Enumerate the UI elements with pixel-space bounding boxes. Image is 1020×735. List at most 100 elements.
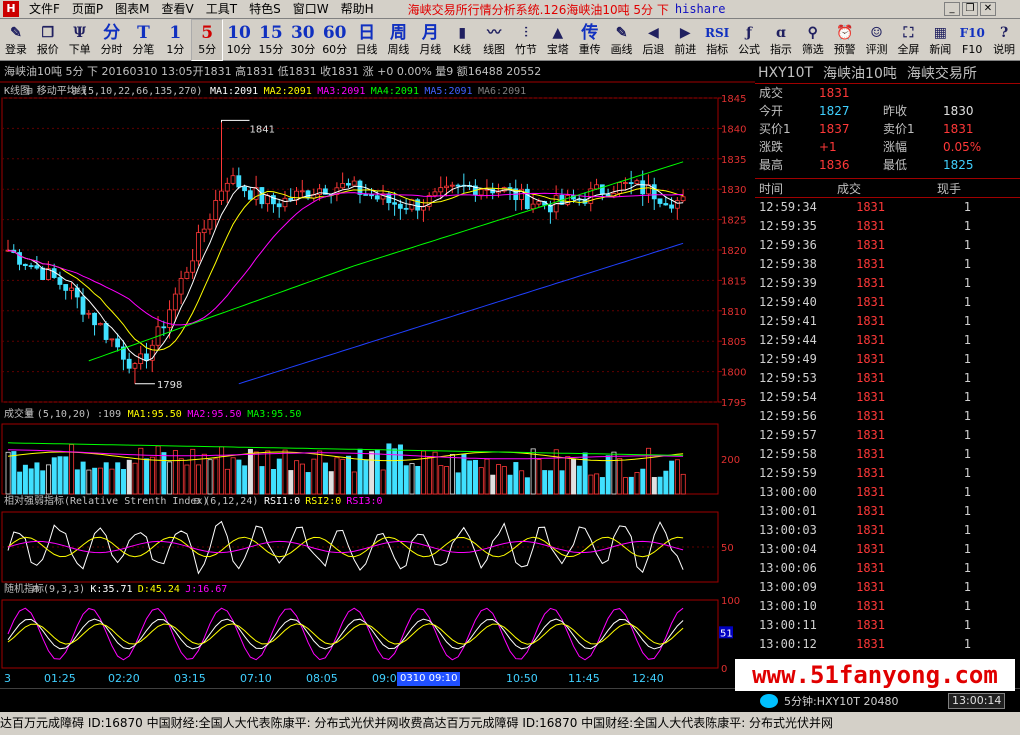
volume-bar [11, 451, 17, 495]
tick-list[interactable]: 12:59:34 1831 1 12:59:35 1831 1 12:59:36 1831 1 1… [755, 198, 1020, 654]
volume-bar [45, 464, 51, 495]
low-label: 1798 [157, 380, 182, 391]
candle-body [161, 326, 167, 329]
toolbar-button-1[interactable]: ❐ 报价 [32, 19, 64, 61]
tick-price: 1831 [856, 618, 885, 632]
toolbar-label-18: 重传 [578, 43, 601, 56]
tick-time: 12:59:53 [759, 371, 817, 385]
toolbar-button-9[interactable]: 30 30分 [287, 19, 319, 61]
tick-row: 13:00:11 1831 1 [755, 616, 1020, 635]
toolbar-button-26[interactable]: ⏰ 预警 [829, 19, 861, 61]
tick-volume: 1 [963, 504, 971, 518]
toolbar-button-31[interactable]: ? 说明 [988, 19, 1020, 61]
tick-volume: 1 [963, 219, 971, 233]
toolbar-button-25[interactable]: ⚲ 筛选 [797, 19, 829, 61]
toolbar-button-16[interactable]: ⫶ 竹节 [510, 19, 542, 61]
toolbar-button-12[interactable]: 周周线 [383, 19, 415, 61]
toolbar-button-0[interactable]: ✎ 登录 [0, 19, 32, 61]
menu-item-2[interactable]: 图表M [109, 0, 155, 19]
toolbar-button-23[interactable]: ƒ 公式 [733, 19, 765, 61]
candle-body [651, 184, 657, 200]
toolbar-button-29[interactable]: ▦ 新闻 [924, 19, 956, 61]
price-tick-label: 1825 [721, 216, 746, 227]
toolbar-button-8[interactable]: 15 15分 [255, 19, 287, 61]
menu-item-0[interactable]: 文件F [23, 0, 66, 19]
toolbar-button-30[interactable]: F10 F10 [956, 19, 988, 61]
price-tick-label: 1820 [721, 246, 746, 257]
toolbar-button-13[interactable]: 月月线 [414, 19, 446, 61]
restore-icon[interactable]: ❐ [962, 2, 978, 16]
toolbar-button-28[interactable]: ⛶ 全屏 [893, 19, 925, 61]
tick-row: 13:00:06 1831 1 [755, 559, 1020, 578]
toolbar-button-17[interactable]: ▲ 宝塔 [542, 19, 574, 61]
candle-body [346, 183, 351, 186]
toolbar-button-11[interactable]: 日日线 [351, 19, 383, 61]
toolbar-glyph-3: 分 [103, 23, 121, 43]
toolbar-label-23: 公式 [738, 43, 761, 56]
candle-body [357, 180, 363, 195]
candle-body [213, 200, 219, 221]
menu-item-6[interactable]: 窗口W [287, 0, 335, 19]
tick-volume: 1 [963, 523, 971, 537]
toolbar-button-22[interactable]: RSI 指标 [701, 19, 733, 61]
menu-item-3[interactable]: 查看V [156, 0, 200, 19]
toolbar-button-24[interactable]: ɑ 指示 [765, 19, 797, 61]
candle-body [242, 186, 247, 192]
quote-key: 今开 [759, 104, 784, 118]
toolbar-button-10[interactable]: 60 60分 [319, 19, 351, 61]
minimize-icon[interactable]: _ [944, 2, 960, 16]
toolbar-button-21[interactable]: ▶ 前进 [669, 19, 701, 61]
toolbar-button-7[interactable]: 10 10分 [223, 19, 255, 61]
toolbar-glyph-9: 30 [290, 23, 315, 43]
menu-item-1[interactable]: 页面P [66, 0, 109, 19]
candle-body [40, 267, 46, 280]
volume-bar [663, 470, 669, 495]
quote-row: 买价1 1837 卖价1 1831 [755, 120, 1020, 138]
menu-item-7[interactable]: 帮助H [335, 0, 380, 19]
close-icon[interactable]: ✕ [980, 2, 996, 16]
toolbar-button-4[interactable]: T 分笔 [128, 19, 160, 61]
toolbar-button-6[interactable]: 5 5分 [191, 19, 224, 61]
candle-body [634, 180, 640, 185]
toolbar-button-20[interactable]: ◀ 后退 [638, 19, 670, 61]
toolbar-button-14[interactable]: ▮ K线 [446, 19, 478, 61]
volume-bar [28, 468, 34, 495]
toolbar-button-5[interactable]: 1 1分 [159, 19, 191, 61]
toolbar-button-19[interactable]: ✎ 画线 [606, 19, 638, 61]
menu-item-4[interactable]: 工具T [200, 0, 243, 19]
volume-bar [409, 463, 415, 495]
volume-bar [80, 461, 86, 495]
time-axis-label: 02:20 [108, 672, 140, 685]
tick-time: 12:59:40 [759, 295, 817, 309]
volume-bar [265, 450, 271, 495]
quote-value: 1830 [943, 104, 974, 118]
volume-bar [57, 456, 63, 495]
quote-value: 1825 [943, 158, 974, 172]
candle-body [190, 260, 196, 273]
price-tick-label: 1810 [721, 307, 746, 318]
candle-body [669, 204, 674, 209]
ticks-col-1: 成交 [837, 182, 862, 196]
volume-bar [126, 459, 132, 495]
volume-bar [605, 455, 611, 495]
news-ticker[interactable]: 达百万元成障碍 ID:16870 中国财经:全国人大代表陈康平: 分布式光伏并网… [0, 712, 1020, 735]
toolbar-button-3[interactable]: 分分时 [96, 19, 128, 61]
toolbar-button-15[interactable]: 〰线图 [478, 19, 510, 61]
tick-row: 12:59:58 1831 1 [755, 445, 1020, 464]
toolbar-label-29: 新闻 [929, 43, 952, 56]
toolbar-button-18[interactable]: 传重传 [574, 19, 606, 61]
tick-price: 1831 [856, 523, 885, 537]
tick-time: 13:00:10 [759, 599, 817, 613]
toolbar-button-2[interactable]: Ψ 下单 [64, 19, 96, 61]
toolbar-button-27[interactable]: ☺ 评测 [861, 19, 893, 61]
candle-body [109, 338, 115, 341]
menu-item-5[interactable]: 特色S [243, 0, 287, 19]
candle-body [97, 323, 103, 326]
toolbar-label-25: 筛选 [801, 43, 824, 56]
chart-area[interactable]: K线图⊟ 移动平均线⊟ (5,10,22,66,135,270) MA1:2091 MA… [0, 62, 755, 688]
tick-row: 12:59:39 1831 1 [755, 274, 1020, 293]
linechart-icon: 〰 [487, 25, 502, 41]
tick-time: 13:00:06 [759, 561, 817, 575]
volume-bar [386, 443, 392, 495]
tick-price: 1831 [856, 637, 885, 651]
